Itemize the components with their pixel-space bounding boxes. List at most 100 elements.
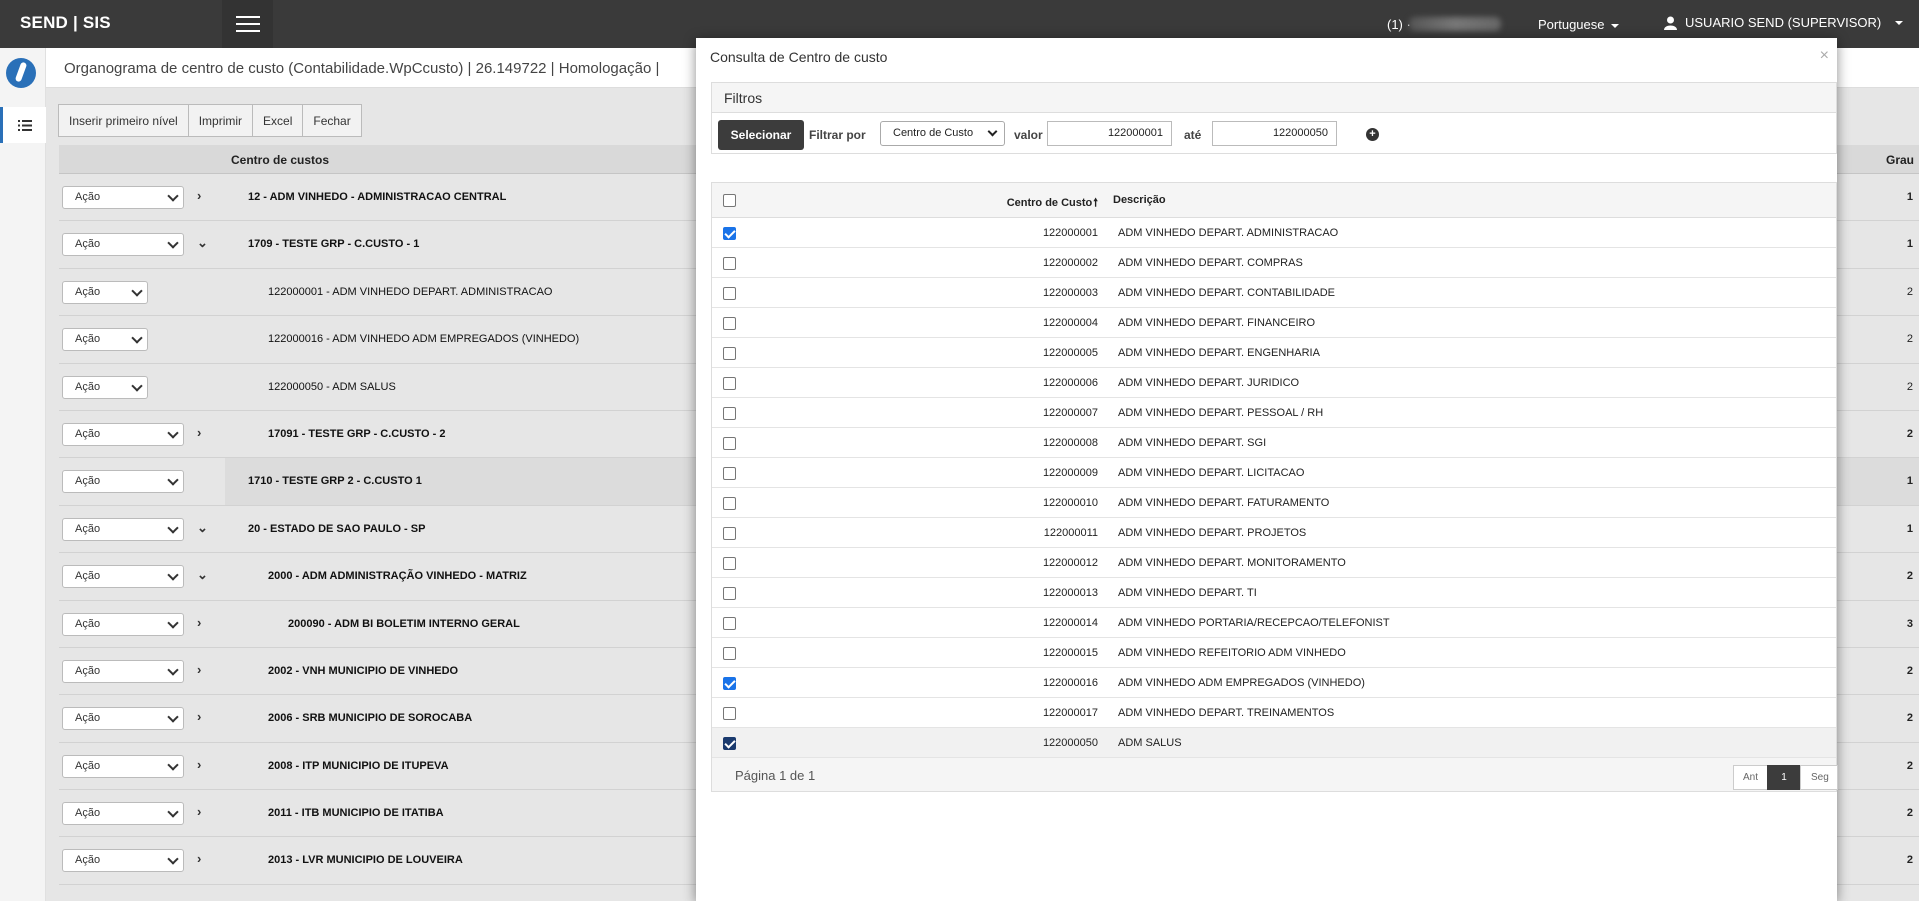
column-header-description[interactable]: Descrição <box>1113 194 1166 206</box>
chevron-right-icon[interactable]: › <box>197 662 201 677</box>
cost-center-code: 122000004 <box>1042 317 1098 329</box>
next-page-button[interactable]: Seg <box>1800 765 1838 790</box>
table-row[interactable]: 122000012 ADM VINHEDO DEPART. MONITORAMEN… <box>712 548 1836 578</box>
cost-center-description: ADM VINHEDO DEPART. TI <box>1118 587 1257 599</box>
select-button[interactable]: Selecionar <box>718 120 804 150</box>
row-checkbox[interactable] <box>723 317 736 330</box>
chevron-right-icon[interactable]: › <box>197 851 201 866</box>
caret-down-icon <box>1610 23 1619 28</box>
chevron-down-icon[interactable]: ⌄ <box>197 567 208 583</box>
action-select[interactable]: Ação <box>62 849 184 873</box>
row-checkbox[interactable] <box>723 557 736 570</box>
row-checkbox[interactable] <box>723 437 736 450</box>
action-select[interactable]: Ação <box>62 802 184 826</box>
chevron-right-icon[interactable]: › <box>197 804 201 819</box>
table-row[interactable]: 122000004 ADM VINHEDO DEPART. FINANCEIRO <box>712 308 1836 338</box>
row-checkbox[interactable] <box>723 737 736 750</box>
row-checkbox[interactable] <box>723 677 736 690</box>
action-select[interactable]: Ação <box>62 328 148 352</box>
row-checkbox[interactable] <box>723 587 736 600</box>
action-select[interactable]: Ação <box>62 375 148 399</box>
action-select[interactable]: Ação <box>62 422 184 446</box>
row-checkbox[interactable] <box>723 527 736 540</box>
app-logo-icon[interactable] <box>6 58 36 88</box>
action-select[interactable]: Ação <box>62 280 148 304</box>
user-menu-dropdown[interactable]: USUARIO SEND (SUPERVISOR) <box>1664 15 1904 30</box>
row-checkbox[interactable] <box>723 257 736 270</box>
table-row[interactable]: 122000001 ADM VINHEDO DEPART. ADMINISTRAC… <box>712 218 1836 248</box>
chevron-right-icon[interactable]: › <box>197 757 201 772</box>
excel-button[interactable]: Excel <box>252 104 304 137</box>
row-checkbox[interactable] <box>723 347 736 360</box>
filter-type-select[interactable]: Centro de Custo <box>880 121 1005 146</box>
prev-page-button[interactable]: Ant <box>1733 765 1768 790</box>
insert-first-level-button[interactable]: Inserir primeiro nível <box>58 104 189 137</box>
language-dropdown[interactable]: Portuguese <box>1538 17 1619 32</box>
row-checkbox[interactable] <box>723 497 736 510</box>
action-select[interactable]: Ação <box>62 612 184 636</box>
value-from-input[interactable]: 122000001 <box>1047 121 1172 146</box>
close-icon[interactable]: × <box>1820 47 1829 65</box>
row-checkbox[interactable] <box>723 287 736 300</box>
chevron-right-icon[interactable]: › <box>197 709 201 724</box>
column-header-cost-center[interactable]: Centro de custos <box>231 153 329 167</box>
chevron-right-icon[interactable]: › <box>197 615 201 630</box>
table-row[interactable]: 122000005 ADM VINHEDO DEPART. ENGENHARIA <box>712 338 1836 368</box>
row-grau: 2 <box>1906 427 1913 440</box>
table-row[interactable]: 122000015 ADM VINHEDO REFEITORIO ADM VINH… <box>712 638 1836 668</box>
close-button[interactable]: Fechar <box>302 104 362 137</box>
user-name: USUARIO SEND (SUPERVISOR) <box>1685 15 1882 30</box>
action-select[interactable]: Ação <box>62 565 184 589</box>
action-select[interactable]: Ação <box>62 233 184 257</box>
row-checkbox[interactable] <box>723 617 736 630</box>
table-row[interactable]: 122000007 ADM VINHEDO DEPART. PESSOAL / R… <box>712 398 1836 428</box>
table-row[interactable]: 122000013 ADM VINHEDO DEPART. TI <box>712 578 1836 608</box>
action-select[interactable]: Ação <box>62 186 184 209</box>
row-label: 17091 - TESTE GRP - C.CUSTO - 2 <box>268 427 446 440</box>
chevron-right-icon[interactable]: › <box>197 188 201 203</box>
table-row[interactable]: 122000014 ADM VINHEDO PORTARIA/RECEPCAO/T… <box>712 608 1836 638</box>
table-row[interactable]: 122000017 ADM VINHEDO DEPART. TREINAMENTO… <box>712 698 1836 728</box>
row-checkbox[interactable] <box>723 227 736 240</box>
column-header-code-label: Centro de Custo <box>1006 197 1093 209</box>
add-filter-icon[interactable]: + <box>1366 128 1379 141</box>
column-header-code[interactable]: Centro de Custo🠕 <box>1007 194 1098 213</box>
value-label: valor <box>1014 128 1043 142</box>
action-select[interactable]: Ação <box>62 659 184 683</box>
row-checkbox[interactable] <box>723 467 736 480</box>
cost-center-description: ADM VINHEDO DEPART. FATURAMENTO <box>1118 497 1330 509</box>
chevron-right-icon[interactable]: › <box>197 425 201 440</box>
action-select[interactable]: Ação <box>62 707 184 731</box>
row-checkbox[interactable] <box>723 407 736 420</box>
table-row[interactable]: 122000009 ADM VINHEDO DEPART. LICITACAO <box>712 458 1836 488</box>
action-select[interactable]: Ação <box>62 754 184 778</box>
chevron-down-icon[interactable]: ⌄ <box>197 235 208 251</box>
list-icon[interactable] <box>0 107 46 143</box>
select-all-checkbox[interactable] <box>723 194 736 207</box>
cost-center-code: 122000005 <box>1042 347 1098 359</box>
action-select[interactable]: Ação <box>62 517 184 541</box>
table-row[interactable]: 122000050 ADM SALUS <box>712 728 1836 758</box>
column-header-grau[interactable]: Grau <box>1886 153 1914 167</box>
value-to-input[interactable]: 122000050 <box>1212 121 1337 146</box>
table-row[interactable]: 122000008 ADM VINHEDO DEPART. SGI <box>712 428 1836 458</box>
brand-logo-text[interactable]: SEND | SIS <box>20 13 111 33</box>
page-1-button[interactable]: 1 <box>1767 765 1801 790</box>
row-checkbox[interactable] <box>723 707 736 720</box>
action-select[interactable]: Ação <box>62 470 184 494</box>
hamburger-menu-button[interactable] <box>222 0 273 48</box>
table-row[interactable]: 122000003 ADM VINHEDO DEPART. CONTABILIDA… <box>712 278 1836 308</box>
print-button[interactable]: Imprimir <box>187 104 254 137</box>
filters-heading[interactable]: Filtros <box>712 83 1836 113</box>
table-row[interactable]: 122000016 ADM VINHEDO ADM EMPREGADOS (VIN… <box>712 668 1836 698</box>
table-row[interactable]: 122000011 ADM VINHEDO DEPART. PROJETOS <box>712 518 1836 548</box>
notifications-counter[interactable]: (1) · <box>1387 17 1411 32</box>
cost-center-description: ADM VINHEDO DEPART. COMPRAS <box>1118 257 1303 269</box>
cost-center-code: 122000001 <box>1042 227 1098 239</box>
row-checkbox[interactable] <box>723 377 736 390</box>
table-row[interactable]: 122000006 ADM VINHEDO DEPART. JURIDICO <box>712 368 1836 398</box>
table-row[interactable]: 122000010 ADM VINHEDO DEPART. FATURAMENTO <box>712 488 1836 518</box>
chevron-down-icon[interactable]: ⌄ <box>197 520 208 536</box>
row-checkbox[interactable] <box>723 647 736 660</box>
table-row[interactable]: 122000002 ADM VINHEDO DEPART. COMPRAS <box>712 248 1836 278</box>
